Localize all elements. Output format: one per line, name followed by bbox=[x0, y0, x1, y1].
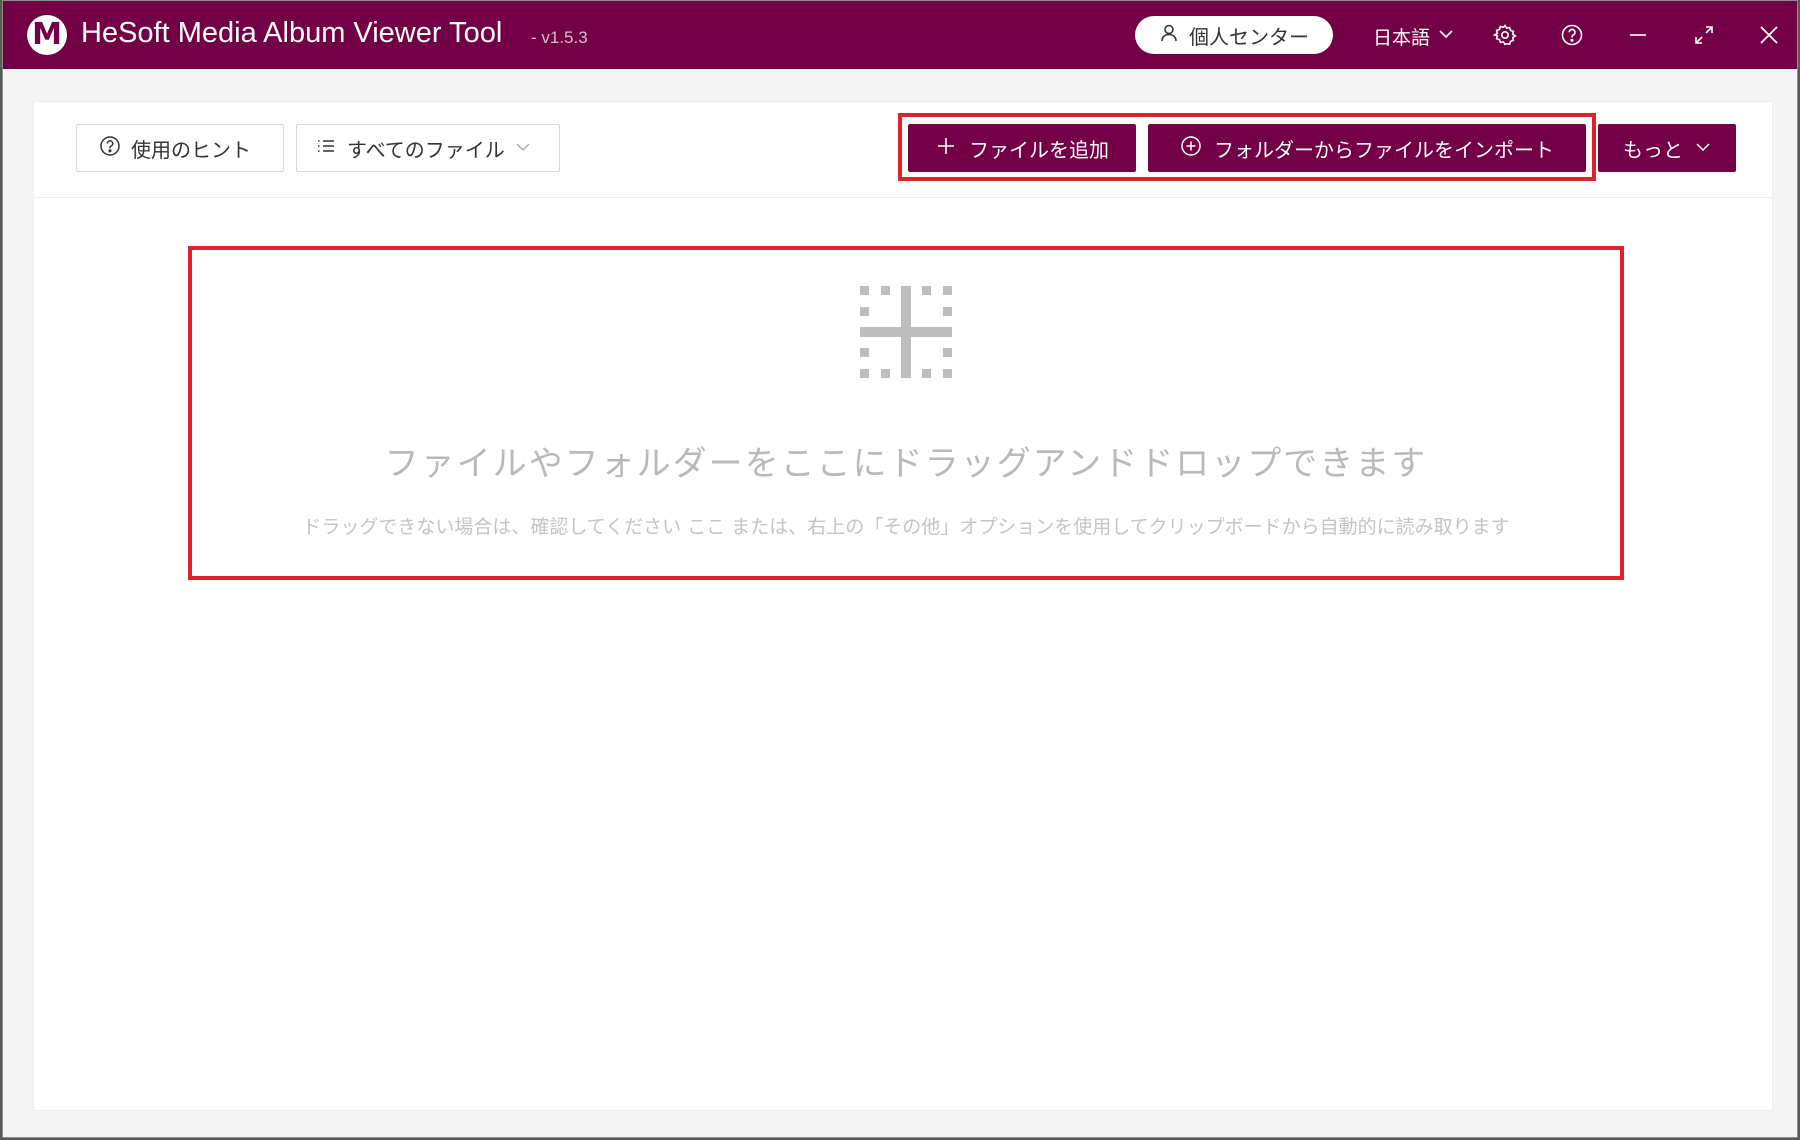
add-file-label: ファイルを追加 bbox=[969, 137, 1109, 162]
app-title: HeSoft Media Album Viewer Tool bbox=[81, 17, 503, 49]
title-bar: M HeSoft Media Album Viewer Tool - v1.5.… bbox=[3, 1, 1797, 69]
import-from-folder-button[interactable]: フォルダーからファイルをインポート bbox=[1148, 124, 1586, 172]
user-icon bbox=[1159, 23, 1179, 48]
chevron-down-icon bbox=[1438, 25, 1454, 47]
content-panel: 使用のヒント すべてのファイル ファイルを追加 フォルダーからファイルをインポー… bbox=[33, 101, 1773, 1111]
list-icon bbox=[315, 135, 337, 162]
drop-zone[interactable]: ファイルやフォルダーをここにドラッグアンドドロップできます ドラッグできない場合… bbox=[188, 246, 1624, 580]
gear-icon[interactable] bbox=[1491, 21, 1519, 49]
help-icon bbox=[99, 135, 121, 162]
user-center-button[interactable]: 個人センター bbox=[1135, 16, 1333, 54]
add-file-button[interactable]: ファイルを追加 bbox=[908, 124, 1136, 172]
file-filter-label: すべてのファイル bbox=[347, 137, 505, 162]
import-from-folder-label: フォルダーからファイルをインポート bbox=[1214, 137, 1554, 162]
close-icon[interactable] bbox=[1755, 21, 1783, 49]
file-filter-select[interactable]: すべてのファイル bbox=[296, 124, 560, 172]
app-logo: M bbox=[27, 15, 67, 55]
toolbar: 使用のヒント すべてのファイル ファイルを追加 フォルダーからファイルをインポー… bbox=[34, 102, 1772, 198]
chevron-down-icon bbox=[515, 136, 531, 160]
plus-circle-icon bbox=[1180, 135, 1202, 162]
language-label: 日本語 bbox=[1373, 26, 1431, 49]
drop-area-icon bbox=[860, 286, 952, 378]
drop-zone-title: ファイルやフォルダーをここにドラッグアンドドロップできます bbox=[384, 444, 1428, 484]
help-icon[interactable] bbox=[1558, 21, 1586, 49]
usage-tips-button[interactable]: 使用のヒント bbox=[76, 124, 284, 172]
plus-icon bbox=[935, 135, 957, 162]
drop-zone-hint: ドラッグできない場合は、確認してください ここ または、右上の「その他」オプショ… bbox=[302, 516, 1510, 538]
maximize-icon[interactable] bbox=[1690, 21, 1718, 49]
user-center-label: 個人センター bbox=[1189, 24, 1309, 49]
app-version: - v1.5.3 bbox=[531, 28, 588, 47]
minimize-icon[interactable] bbox=[1624, 21, 1652, 49]
chevron-down-icon bbox=[1695, 136, 1711, 160]
language-selector[interactable]: 日本語 bbox=[1373, 21, 1454, 51]
more-label: もっと bbox=[1623, 137, 1683, 162]
more-button[interactable]: もっと bbox=[1598, 124, 1736, 172]
usage-tips-label: 使用のヒント bbox=[131, 137, 251, 162]
app-window: M HeSoft Media Album Viewer Tool - v1.5.… bbox=[2, 0, 1798, 1138]
app-logo-letter: M bbox=[32, 17, 62, 52]
